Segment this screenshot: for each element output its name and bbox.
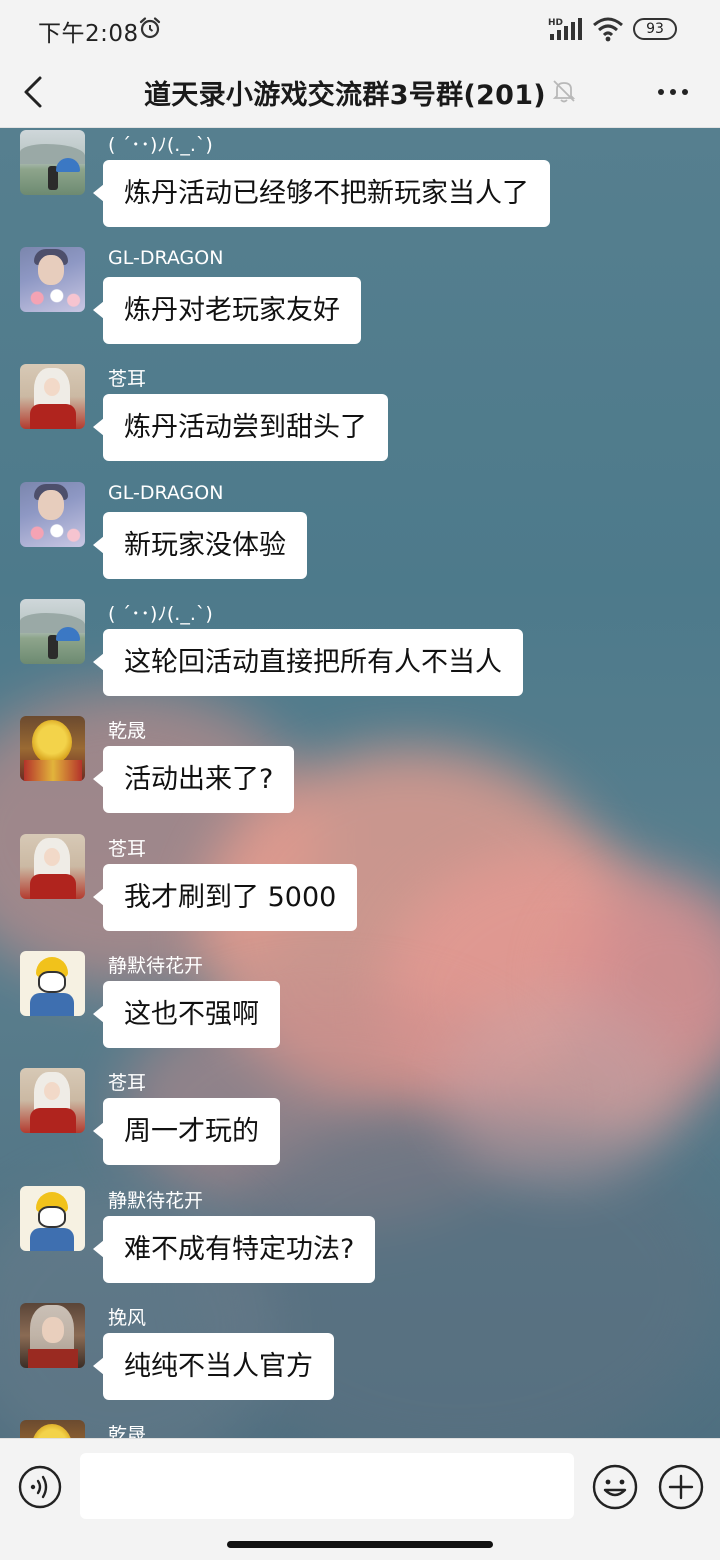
- battery-indicator: 93: [633, 18, 677, 40]
- message-bubble[interactable]: 纯纯不当人官方: [93, 1333, 334, 1400]
- avatar[interactable]: [20, 1420, 85, 1438]
- message-row: GL-DRAGON 炼丹对老玩家友好: [0, 245, 720, 363]
- sender-name: GL-DRAGON: [108, 247, 224, 269]
- message-bubble[interactable]: 活动出来了?: [92, 746, 295, 813]
- sender-name: GL-DRAGON: [108, 482, 224, 504]
- alarm-icon: [139, 17, 161, 39]
- message-bubble[interactable]: 新玩家没体验: [93, 512, 307, 579]
- status-time: 下午2:08: [38, 21, 139, 47]
- sender-name: 挽风: [108, 1307, 147, 1329]
- message-bubble[interactable]: 这轮回活动直接把所有人不当人: [93, 629, 523, 696]
- message-bubble[interactable]: 这也不强啊: [93, 981, 280, 1048]
- message-row: 静默待花开 这也不强啊: [0, 949, 720, 1067]
- message-row: ( ´･･)ﾉ(._.`) 炼丹活动已经够不把新玩家当人了: [0, 128, 720, 246]
- home-indicator[interactable]: [227, 1541, 493, 1548]
- message-bubble[interactable]: 周一才玩的: [93, 1098, 280, 1165]
- sender-name: 苍耳: [108, 1072, 147, 1094]
- message-row: 苍耳 炼丹活动尝到甜头了: [0, 362, 720, 480]
- network-label: HD: [548, 18, 563, 28]
- avatar[interactable]: [20, 130, 85, 195]
- avatar[interactable]: [20, 951, 85, 1016]
- avatar[interactable]: [20, 1303, 85, 1368]
- avatar[interactable]: [20, 716, 85, 781]
- signal-icon: HD: [548, 18, 582, 40]
- message-bubble[interactable]: 我才刷到了 5000: [92, 864, 358, 931]
- smiley-icon[interactable]: [592, 1464, 638, 1510]
- sender-name: ( ´･･)ﾉ(._.`): [108, 134, 213, 156]
- chevron-left-icon[interactable]: [18, 74, 52, 110]
- sender-name: 乾晟: [108, 720, 147, 742]
- message-row: 挽风 纯纯不当人官方: [0, 1301, 720, 1419]
- avatar[interactable]: [20, 482, 85, 547]
- avatar[interactable]: [20, 599, 85, 664]
- avatar[interactable]: [20, 1068, 85, 1133]
- avatar[interactable]: [20, 834, 85, 899]
- message-bubble[interactable]: 炼丹活动尝到甜头了: [93, 394, 388, 461]
- chat-header: 道天录小游戏交流群3号群(201): [0, 56, 720, 128]
- avatar[interactable]: [20, 364, 85, 429]
- message-row: 静默待花开 难不成有特定功法?: [0, 1184, 720, 1302]
- message-bubble[interactable]: 难不成有特定功法?: [92, 1216, 376, 1283]
- wifi-icon: [593, 17, 623, 42]
- sender-name: 苍耳: [108, 838, 147, 860]
- avatar[interactable]: [20, 247, 85, 312]
- message-row: 苍耳 周一才玩的: [0, 1066, 720, 1184]
- voice-icon[interactable]: [18, 1465, 62, 1509]
- sender-name: 乾晟: [108, 1424, 147, 1438]
- sender-name: 静默待花开: [108, 955, 204, 977]
- status-bar: 下午2:08 HD 93: [0, 0, 720, 56]
- message-row: ( ´･･)ﾉ(._.`) 这轮回活动直接把所有人不当人: [0, 597, 720, 715]
- message-row: 乾晟 活动出来了?: [0, 714, 720, 832]
- avatar[interactable]: [20, 1186, 85, 1251]
- sender-name: 苍耳: [108, 368, 147, 390]
- message-bubble[interactable]: 炼丹对老玩家友好: [93, 277, 361, 344]
- message-bubble[interactable]: 炼丹活动已经够不把新玩家当人了: [93, 160, 550, 227]
- input-bar: [0, 1438, 720, 1560]
- message-list[interactable]: ( ´･･)ﾉ(._.`) 炼丹活动已经够不把新玩家当人了 GL-DRAGON …: [0, 128, 720, 1438]
- bell-off-icon: [552, 80, 576, 103]
- message-row: 苍耳 我才刷到了 5000: [0, 832, 720, 950]
- sender-name: ( ´･･)ﾉ(._.`): [108, 603, 213, 625]
- message-row: GL-DRAGON 新玩家没体验: [0, 480, 720, 598]
- chat-title: 道天录小游戏交流群3号群(201): [144, 80, 546, 111]
- plus-circle-icon[interactable]: [658, 1464, 704, 1510]
- message-input[interactable]: [80, 1453, 574, 1519]
- message-row: 乾晟: [0, 1418, 720, 1438]
- more-dots-icon[interactable]: [655, 78, 691, 106]
- sender-name: 静默待花开: [108, 1190, 204, 1212]
